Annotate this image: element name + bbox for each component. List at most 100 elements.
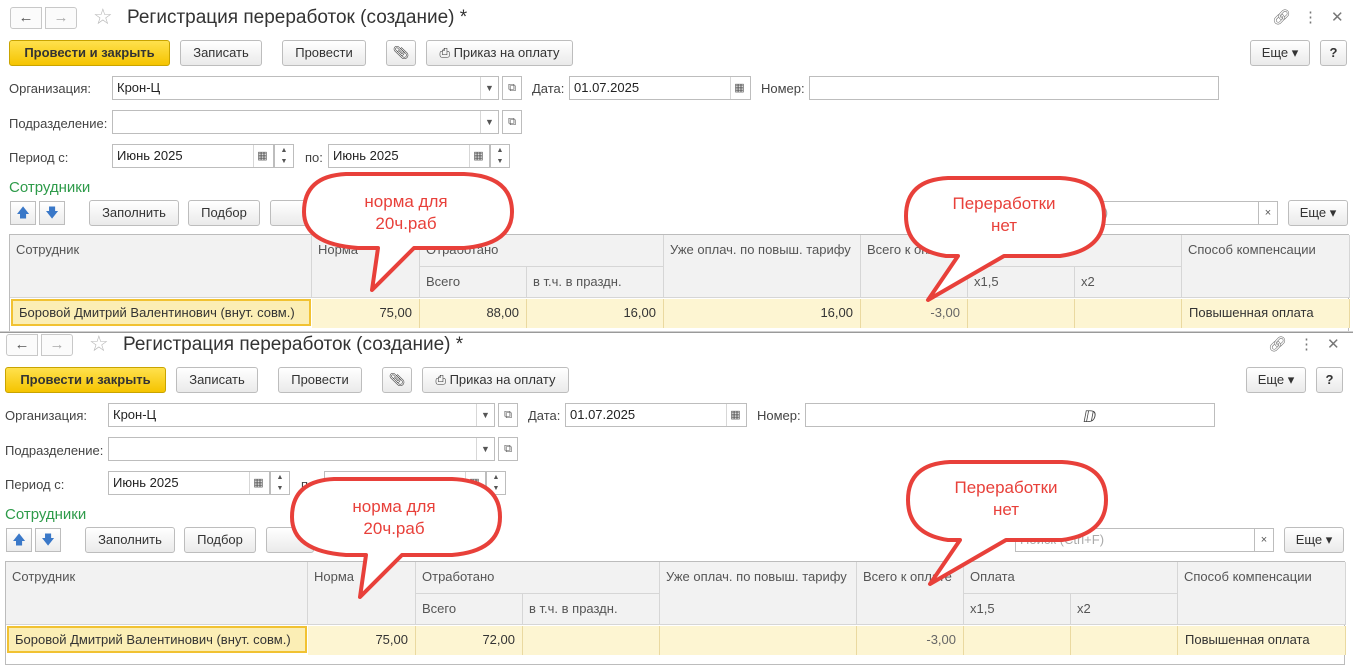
payment-order-button[interactable]: ⎙ Приказ на оплату [422,367,569,393]
clear-search-button[interactable]: × [1254,528,1274,552]
col-worked-holiday[interactable]: в т.ч. в праздн. [523,594,660,625]
forward-button[interactable]: → [45,7,77,29]
clear-search-button[interactable]: × [1258,201,1278,225]
close-icon[interactable]: ✕ [1327,337,1340,353]
open-dept-button[interactable]: ⧉ [502,110,522,134]
col-x15[interactable]: x1,5 [964,594,1071,625]
move-down-button[interactable]: 🡇 [35,528,61,552]
number-field[interactable] [809,76,1219,100]
move-up-button[interactable]: 🡅 [6,528,32,552]
attach-button[interactable]: 📎︎ [386,40,416,66]
more-label: Еще [1295,532,1323,547]
col-compensation[interactable]: Способ компенсации [1178,562,1346,625]
employees-section-title: Сотрудники [5,506,87,523]
norm-callout-line: норма для [352,497,436,516]
col-already-paid[interactable]: Уже оплач. по повыш. тарифу [660,562,857,625]
chevron-down-icon[interactable]: ▼ [480,77,498,99]
period-from-field[interactable]: Июнь 2025 ▦ [108,471,270,495]
chevron-down-icon[interactable]: ▼ [476,438,494,460]
save-button[interactable]: Записать [176,367,258,393]
cell-x2[interactable] [1071,626,1178,655]
date-field[interactable]: 01.07.2025 ▦ [569,76,751,100]
select-button[interactable]: Подбор [184,527,256,553]
date-field[interactable]: 01.07.2025 ▦ [565,403,747,427]
cell-already-paid[interactable]: 16,00 [664,299,861,328]
chevron-down-icon: ▾ [1325,532,1333,547]
table-more-button[interactable]: Еще ▾ [1284,527,1344,553]
help-button[interactable]: ? [1316,367,1343,393]
col-employee[interactable]: Сотрудник [6,562,308,625]
cell-employee[interactable]: Боровой Дмитрий Валентинович (внут. совм… [7,626,307,653]
cell-compensation[interactable]: Повышенная оплата [1182,299,1350,328]
open-org-button[interactable]: ⧉ [498,403,518,427]
calendar-icon[interactable]: ▦ [726,404,744,426]
period-from-field[interactable]: Июнь 2025 ▦ [112,144,274,168]
cell-worked-total[interactable]: 72,00 [416,626,523,655]
cell-total-pay[interactable]: -3,00 [857,626,964,655]
post-and-close-button[interactable]: Провести и закрыть [9,40,170,66]
cell-x15[interactable] [964,626,1071,655]
help-button[interactable]: ? [1320,40,1347,66]
chevron-down-icon[interactable]: ▼ [480,111,498,133]
period-from-spinner[interactable]: ▲ ▼ [274,144,294,168]
more-vertical-icon[interactable]: ⋮ [1303,10,1318,26]
close-icon[interactable]: ✕ [1331,10,1344,26]
table-more-button[interactable]: Еще ▾ [1288,200,1348,226]
move-up-button[interactable]: 🡅 [10,201,36,225]
fill-button[interactable]: Заполнить [85,527,175,553]
col-compensation[interactable]: Способ компенсации [1182,235,1350,298]
page-title: Регистрация переработок (создание) * [127,7,468,28]
back-button[interactable]: ← [10,7,42,29]
calendar-icon[interactable]: ▦ [249,472,267,494]
star-icon[interactable]: ☆ [93,6,113,28]
post-button[interactable]: Провести [282,40,366,66]
save-button[interactable]: Записать [180,40,262,66]
calendar-icon[interactable]: ▦ [730,77,748,99]
cell-worked-holiday[interactable] [523,626,660,655]
cell-already-paid[interactable] [660,626,857,655]
post-button[interactable]: Провести [278,367,362,393]
calendar-icon[interactable]: ▦ [469,145,487,167]
col-worked-holiday[interactable]: в т.ч. в праздн. [527,267,664,298]
open-dept-button[interactable]: ⧉ [498,437,518,461]
overtime-callout [906,460,1108,586]
col-x2[interactable]: x2 [1071,594,1178,625]
number-label: Номер: [757,408,801,423]
period-to-field[interactable]: Июнь 2025 ▦ [328,144,490,168]
select-button[interactable]: Подбор [188,200,260,226]
back-button[interactable]: ← [6,334,38,356]
org-field[interactable]: Крон-Ц ▼ [108,403,495,427]
arrow-up-icon: 🡅 [16,205,30,220]
dept-field[interactable]: ▼ [108,437,495,461]
period-to-spinner[interactable]: ▲ ▼ [490,144,510,168]
cell-norm[interactable]: 75,00 [312,299,420,328]
open-org-button[interactable]: ⧉ [502,76,522,100]
col-already-paid[interactable]: Уже оплач. по повыш. тарифу [664,235,861,298]
norm-callout-line: 20ч.раб [363,519,425,538]
overtime-callout-text: Переработки нет [912,477,1100,521]
dept-field[interactable]: ▼ [112,110,499,134]
cell-compensation[interactable]: Повышенная оплата [1178,626,1346,655]
move-down-button[interactable]: 🡇 [39,201,65,225]
link-icon[interactable]: 🔗︎ [1272,10,1291,26]
more-button[interactable]: Еще ▾ [1246,367,1306,393]
fill-button[interactable]: Заполнить [89,200,179,226]
payment-order-button[interactable]: ⎙ Приказ на оплату [426,40,573,66]
more-button[interactable]: Еще ▾ [1250,40,1310,66]
cell-worked-holiday[interactable]: 16,00 [527,299,664,328]
star-icon[interactable]: ☆ [89,333,109,355]
forward-button[interactable]: → [41,334,73,356]
more-vertical-icon[interactable]: ⋮ [1299,337,1314,353]
col-employee[interactable]: Сотрудник [10,235,312,298]
cell-employee[interactable]: Боровой Дмитрий Валентинович (внут. совм… [11,299,311,326]
post-and-close-button[interactable]: Провести и закрыть [5,367,166,393]
link-icon[interactable]: 🔗︎ [1268,337,1287,353]
org-field[interactable]: Крон-Ц ▼ [112,76,499,100]
cell-worked-total[interactable]: 88,00 [420,299,527,328]
cell-norm[interactable]: 75,00 [308,626,416,655]
chevron-down-icon[interactable]: ▼ [476,404,494,426]
attach-button[interactable]: 📎︎ [382,367,412,393]
document-window-2: ← → ☆ Регистрация переработок (создание)… [0,332,1353,669]
number-field[interactable] [805,403,1215,427]
calendar-icon[interactable]: ▦ [253,145,271,167]
